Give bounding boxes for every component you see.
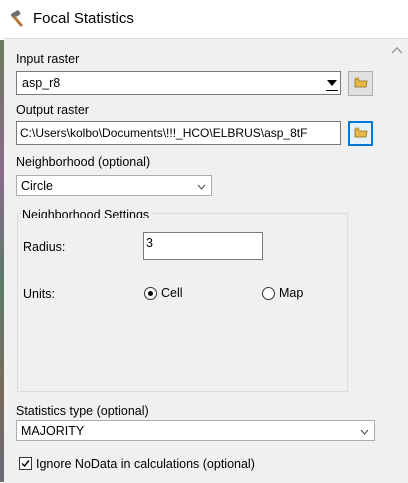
radius-input[interactable]: 3 (143, 232, 263, 260)
radius-label: Radius: (23, 240, 66, 254)
neighborhood-value: Circle (21, 178, 53, 193)
ignore-nodata-label[interactable]: Ignore NoData in calculations (optional) (36, 457, 255, 471)
input-raster-label: Input raster (16, 52, 80, 66)
open-folder-icon (354, 76, 368, 91)
units-map-radio[interactable] (262, 287, 275, 300)
radio-selected-dot (148, 291, 153, 296)
units-label: Units: (23, 287, 55, 301)
chevron-down-icon (360, 424, 369, 438)
open-folder-icon (354, 126, 368, 141)
scroll-up-arrow-icon[interactable] (390, 44, 404, 58)
neighborhood-settings-title: Neighborhood Settings (20, 208, 152, 218)
output-raster-field[interactable]: C:\Users\kolbo\Documents\!!!_HCO\ELBRUS\… (16, 121, 341, 145)
ignore-nodata-checkbox[interactable] (19, 457, 32, 470)
output-raster-value: C:\Users\kolbo\Documents\!!!_HCO\ELBRUS\… (20, 126, 308, 140)
units-cell-label[interactable]: Cell (161, 286, 183, 300)
radius-value: 3 (146, 236, 153, 250)
output-raster-browse-button[interactable] (348, 121, 373, 146)
neighborhood-dropdown[interactable]: Circle (16, 175, 212, 196)
statistics-type-label: Statistics type (optional) (16, 404, 149, 418)
input-raster-browse-button[interactable] (348, 71, 373, 96)
checkmark-icon (20, 458, 31, 472)
title-bar: Focal Statistics (0, 0, 408, 38)
units-cell-radio[interactable] (144, 287, 157, 300)
window-title: Focal Statistics (33, 10, 134, 27)
input-raster-value: asp_r8 (22, 76, 61, 90)
chevron-down-icon (197, 179, 206, 193)
units-map-label[interactable]: Map (279, 286, 303, 300)
input-raster-combobox[interactable]: asp_r8 (16, 71, 341, 95)
output-raster-label: Output raster (16, 103, 89, 117)
neighborhood-label: Neighborhood (optional) (16, 155, 151, 169)
dropdown-arrow-underline (326, 90, 338, 91)
statistics-type-value: MAJORITY (21, 423, 85, 438)
hammer-icon (9, 9, 29, 29)
statistics-type-dropdown[interactable]: MAJORITY (16, 420, 375, 441)
